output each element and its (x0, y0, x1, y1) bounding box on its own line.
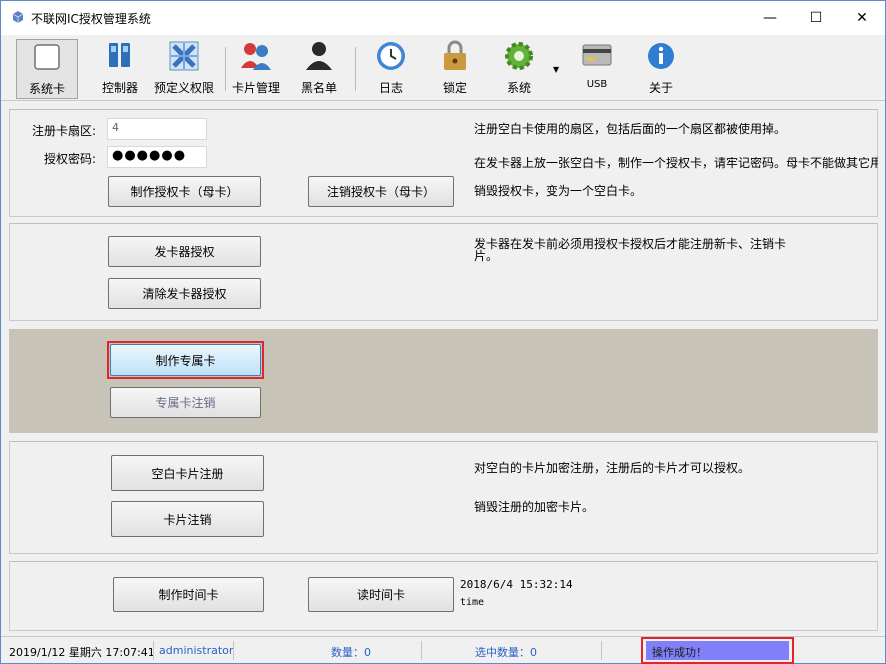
cancel-card-description: 销毁注册的加密卡片。 (474, 500, 595, 514)
main-toolbar: 系统卡 控制器 预定义权限 卡片管理 黑名单 日志 锁定 系统 ▼ USB 关于 (1, 35, 885, 101)
minimize-button[interactable]: — (747, 1, 793, 34)
cancel-auth-description: 销毁授权卡，变为一个空白卡。 (474, 184, 643, 198)
issuer-description-line1: 发卡器在发卡前必须用授权卡授权后才能注册新卡、注销卡 (474, 237, 787, 251)
read-time-card-button[interactable]: 读时间卡 (308, 577, 454, 612)
tool-controller[interactable]: 控制器 (97, 39, 143, 99)
status-separator (233, 641, 234, 660)
tool-card-management[interactable]: 卡片管理 (229, 39, 283, 99)
users-icon (239, 39, 273, 73)
status-separator (601, 641, 602, 660)
toolbar-separator (225, 47, 226, 91)
blacklist-user-icon (302, 39, 336, 73)
cancel-auth-card-button[interactable]: 注销授权卡（母卡） (308, 176, 454, 207)
highlight-box (107, 341, 264, 379)
auth-card-panel: 注册卡扇区: 4 授权密码: ●●●●●● 制作授权卡（母卡） 注销授权卡（母卡… (9, 109, 878, 217)
maximize-button[interactable]: ☐ (793, 1, 839, 34)
register-description: 对空白的卡片加密注册，注册后的卡片才可以授权。 (474, 461, 751, 475)
clock-icon (374, 39, 408, 73)
tool-system-card[interactable]: 系统卡 (16, 39, 78, 99)
close-button[interactable]: ✕ (839, 1, 885, 34)
app-logo-icon (12, 11, 24, 23)
issuer-auth-panel: 发卡器授权 清除发卡器授权 发卡器在发卡前必须用授权卡授权后才能注册新卡、注销卡… (9, 223, 878, 321)
permission-icon (167, 39, 201, 73)
info-icon (644, 39, 678, 73)
status-count: 数量：0 (331, 646, 371, 659)
card-blank-icon (30, 40, 64, 74)
make-auth-card-button[interactable]: 制作授权卡（母卡） (108, 176, 261, 207)
tool-usb[interactable]: USB (577, 39, 617, 99)
password-input[interactable]: ●●●●●● (107, 146, 207, 168)
tool-log[interactable]: 日志 (371, 39, 411, 99)
sector-label: 注册卡扇区: (32, 124, 97, 138)
cancel-card-button[interactable]: 卡片注销 (111, 501, 264, 537)
auth-card-description: 在发卡器上放一张空白卡，制作一个授权卡，请牢记密码。母卡不能做其它用 (474, 157, 878, 170)
blank-card-panel: 空白卡片注册 卡片注销 对空白的卡片加密注册，注册后的卡片才可以授权。 销毁注册… (9, 441, 878, 554)
title-bar: 不联网IC授权管理系统 — ☐ ✕ (1, 1, 885, 35)
toolbar-separator (355, 47, 356, 91)
sector-input[interactable]: 4 (107, 118, 207, 140)
issuer-description-line2: 片。 (474, 249, 499, 263)
register-blank-card-button[interactable]: 空白卡片注册 (111, 455, 264, 491)
tool-blacklist[interactable]: 黑名单 (297, 39, 341, 99)
controller-icon (103, 39, 137, 73)
password-label: 授权密码: (44, 152, 97, 166)
tool-system[interactable]: 系统 (499, 39, 539, 99)
cancel-exclusive-card-button[interactable]: 专属卡注销 (110, 387, 261, 418)
status-separator (421, 641, 422, 660)
status-bar: 2019/1/12 星期六 17:07:41 administrator 数量：… (1, 636, 885, 664)
issuer-auth-button[interactable]: 发卡器授权 (108, 236, 261, 267)
sector-description: 注册空白卡使用的扇区，包括后面的一个扇区都被使用掉。 (474, 122, 787, 136)
window-title: 不联网IC授权管理系统 (31, 12, 151, 26)
usb-card-icon (580, 39, 614, 73)
lock-icon (438, 39, 472, 73)
make-time-card-button[interactable]: 制作时间卡 (113, 577, 264, 612)
status-datetime: 2019/1/12 星期六 17:07:41 (9, 646, 155, 659)
tool-about[interactable]: 关于 (641, 39, 681, 99)
time-value: 2018/6/4 15:32:14 (460, 578, 573, 591)
exclusive-card-panel: 制作专属卡 专属卡注销 (9, 329, 878, 433)
highlight-box (641, 637, 794, 664)
status-separator (153, 641, 154, 660)
clear-issuer-auth-button[interactable]: 清除发卡器授权 (108, 278, 261, 309)
tool-lock[interactable]: 锁定 (437, 39, 473, 99)
tool-predefined-permission[interactable]: 预定义权限 (151, 39, 217, 99)
status-selected-count: 选中数量：0 (475, 646, 537, 659)
gear-icon (502, 39, 536, 73)
system-dropdown-arrow-icon[interactable]: ▼ (553, 65, 559, 74)
status-user: administrator (159, 644, 234, 657)
time-label: time (460, 597, 485, 608)
app-window: 不联网IC授权管理系统 — ☐ ✕ 系统卡 控制器 预定义权限 卡片管理 黑名单… (0, 0, 886, 664)
time-card-panel: 制作时间卡 读时间卡 2018/6/4 15:32:14 time (9, 561, 878, 631)
